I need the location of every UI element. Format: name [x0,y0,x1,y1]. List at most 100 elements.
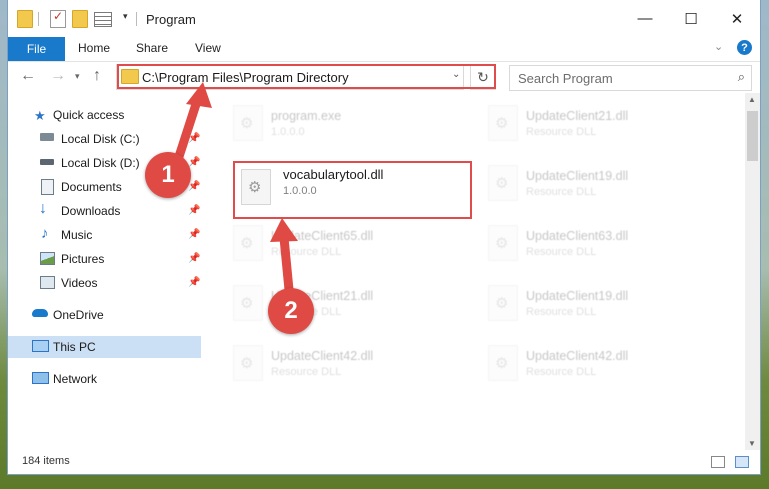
pin-icon[interactable]: 📌 [188,181,200,192]
title-divider [136,12,137,26]
tab-home[interactable]: Home [78,41,110,55]
file-type: Resource DLL [526,186,597,198]
sidebar-item-label: This PC [53,340,96,354]
file-type: Resource DLL [526,306,597,318]
new-folder-icon[interactable] [72,10,88,28]
sidebar-item-label: Documents [61,180,122,194]
search-input[interactable]: Search Program [518,71,613,86]
list-item[interactable]: UpdateClient42.dll Resource DLL [478,337,708,389]
sidebar-item-downloads[interactable]: ↓ Downloads 📌 [8,200,201,222]
scroll-up-icon[interactable]: ▲ [748,95,756,104]
file-name: UpdateClient63.dll [526,229,629,243]
computer-icon [32,340,49,352]
list-item[interactable]: UpdateClient21.dll Resource DLL [478,97,708,149]
details-view-icon[interactable] [711,456,725,468]
search-box[interactable]: Search Program ⌕ [509,65,752,91]
list-item[interactable]: UpdateClient63.dll Resource DLL [478,217,708,269]
maximize-button[interactable]: ☐ [668,0,714,37]
star-icon: ★ [34,108,46,123]
file-type: Resource DLL [526,126,597,138]
help-icon[interactable]: ? [737,40,752,55]
vertical-scrollbar[interactable]: ▲ ▼ [745,93,760,450]
list-item[interactable]: UpdateClient21.dll Resource DLL [223,277,453,329]
forward-arrow-icon[interactable]: → [50,67,66,85]
list-item[interactable]: UpdateClient19.dll Resource DLL [478,277,708,329]
file-highlight-box [233,161,472,219]
drive-icon [40,133,54,141]
file-tab[interactable]: File [8,37,65,61]
file-name: UpdateClient65.dll [271,229,374,243]
pin-icon[interactable]: 📌 [188,277,200,288]
dll-file-icon [488,345,518,381]
recent-locations-chevron-icon[interactable]: ▾ [75,71,80,82]
list-item[interactable]: UpdateClient42.dll Resource DLL [223,337,453,389]
music-note-icon: ♪ [41,225,49,242]
sidebar-item-onedrive[interactable]: OneDrive [8,304,201,326]
download-arrow-icon: ↓ [39,200,47,217]
sidebar-item-label: Music [61,228,93,242]
sidebar-item-label: Quick access [53,108,125,122]
file-type: Resource DLL [526,366,597,378]
up-arrow-icon[interactable]: ↑ [93,67,101,85]
sidebar-item-music[interactable]: ♪ Music 📌 [8,224,201,246]
folder-icon[interactable] [17,10,33,28]
step-2-badge: 2 [268,288,314,334]
scroll-down-icon[interactable]: ▼ [748,439,756,448]
sidebar-item-label: Local Disk (D:) [61,156,140,170]
title-bar: ▾ Program — ☐ ✕ [8,0,760,37]
sidebar-item-pictures[interactable]: Pictures 📌 [8,248,201,270]
sidebar-item-label: Videos [61,276,98,290]
pin-icon[interactable]: 📌 [188,133,200,144]
address-highlight-box [117,64,496,89]
sidebar-item-label: OneDrive [53,308,104,322]
file-name: UpdateClient19.dll [526,289,629,303]
expand-ribbon-chevron-icon[interactable]: ⌄ [714,40,723,53]
large-icons-view-icon[interactable] [735,456,749,468]
sidebar-item-label: Network [53,372,98,386]
video-icon [40,276,55,289]
sidebar-item-network[interactable]: Network [8,368,201,390]
dll-file-icon [233,225,263,261]
file-list: program.exe 1.0.0.0 UpdateClient65.dll R… [208,93,743,450]
pin-icon[interactable]: 📌 [188,253,200,264]
close-button[interactable]: ✕ [714,0,760,37]
file-name: UpdateClient21.dll [526,109,629,123]
sidebar-item-label: Downloads [61,204,121,218]
item-count: 184 items [22,455,70,467]
file-explorer-window: ▾ Program — ☐ ✕ File Home Share View ⌄ ?… [8,0,760,474]
sidebar-item-label: Local Disk (C:) [61,132,140,146]
view-details-icon[interactable] [94,12,112,27]
file-name: UpdateClient42.dll [526,349,629,363]
step-1-badge: 1 [145,152,191,198]
dll-file-icon [488,165,518,201]
scroll-thumb[interactable] [747,111,758,161]
sidebar-item-quick-access[interactable]: ★ Quick access [8,104,201,126]
properties-check-icon[interactable] [50,9,66,28]
customize-toolbar-dropdown-icon[interactable]: ▾ [123,11,128,22]
list-item[interactable]: UpdateClient65.dll Resource DLL [223,217,453,269]
file-version: 1.0.0.0 [271,126,305,138]
list-item[interactable]: UpdateClient19.dll Resource DLL [478,157,708,209]
pin-icon[interactable]: 📌 [188,205,200,216]
documents-icon [41,179,54,195]
sidebar-item-label: Pictures [61,252,105,266]
file-type: Resource DLL [526,246,597,258]
sidebar-item-local-disk-c[interactable]: Local Disk (C:) 📌 [8,128,201,150]
minimize-button[interactable]: — [622,0,668,37]
toolbar-divider [38,12,39,26]
search-icon[interactable]: ⌕ [738,69,745,85]
drive-icon [40,159,54,165]
file-type: Resource DLL [271,366,342,378]
sidebar-item-this-pc[interactable]: This PC [8,336,201,358]
pictures-icon [40,252,55,265]
tab-share[interactable]: Share [136,41,168,55]
window-title: Program [146,12,196,27]
tab-view[interactable]: View [195,41,221,55]
pin-icon[interactable]: 📌 [188,229,200,240]
pin-icon[interactable]: 📌 [188,157,200,168]
dll-file-icon [233,345,263,381]
back-arrow-icon[interactable]: ← [20,67,36,85]
list-item[interactable]: program.exe 1.0.0.0 [223,97,453,149]
sidebar-item-videos[interactable]: Videos 📌 [8,272,201,294]
dll-file-icon [488,225,518,261]
